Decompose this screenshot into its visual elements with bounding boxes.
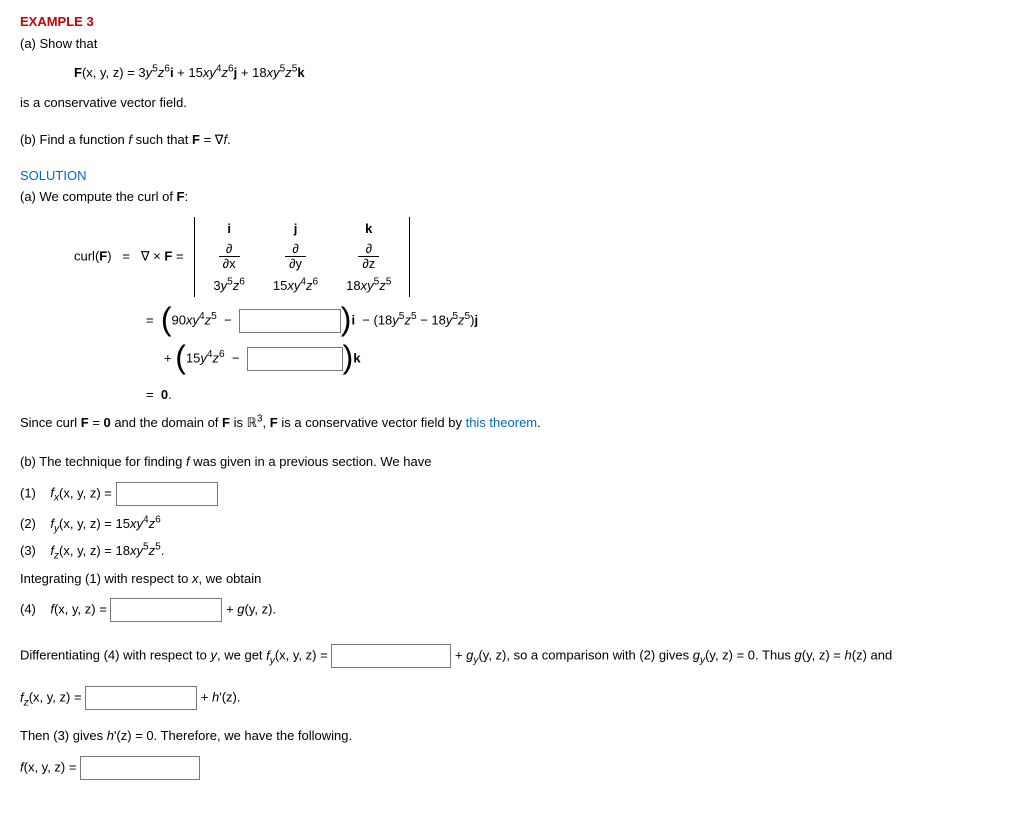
blank-input-f4[interactable] [110, 598, 222, 622]
blank-input-i[interactable] [239, 309, 341, 333]
solution-heading: SOLUTION [20, 166, 1004, 186]
part-b-prompt-a: (b) Find a function [20, 132, 128, 147]
part-b-prompt-c: = [200, 132, 215, 147]
nabla-cross: × [150, 248, 165, 263]
eq2-label: (2) [20, 516, 36, 531]
then-line: Then (3) gives h'(z) = 0. Therefore, we … [20, 726, 1004, 746]
det-j: j [294, 221, 298, 236]
det-r3c3: 18xy5z5 [332, 274, 405, 298]
coef-15k: 15 [186, 351, 200, 366]
blank-input-fy[interactable] [331, 644, 451, 668]
fz-coef: 18 [116, 543, 130, 558]
coef-90: 90 [171, 313, 185, 328]
fz-line: fz(x, y, z) = + h'(z). [20, 686, 1004, 710]
eq1-label: (1) [20, 485, 36, 500]
curl-line-k: + (15y4z6 − )k [164, 347, 1004, 371]
eq-3: (3) fz(x, y, z) = 18xy5z5. [20, 541, 1004, 561]
determinant: i j k ∂∂x ∂∂y ∂∂z 3y5z6 15xy4z6 18xy5z5 [194, 217, 410, 298]
curl-label: curl(F) [74, 248, 112, 263]
curl-determinant-row: curl(F) = ∇ × F = i j k ∂∂x ∂∂y ∂∂z 3y5z… [74, 217, 1004, 298]
eq3-label: (3) [20, 543, 36, 558]
eq4-label: (4) [20, 602, 36, 617]
solution-a-intro: (a) We compute the curl of F: [20, 187, 1004, 207]
eq-2: (2) fy(x, y, z) = 15xy4z6 [20, 514, 1004, 534]
vector-field-equation: F(x, y, z) = 3y5z6i + 15xy4z6j + 18xy5z5… [74, 63, 1004, 83]
diff-line: Differentiating (4) with respect to y, w… [20, 644, 1004, 668]
curl-zero: = 0. [146, 385, 1004, 405]
blank-input-fz2[interactable] [85, 686, 197, 710]
integrate-line: Integrating (1) with respect to x, we ob… [20, 569, 1004, 589]
example-heading: EXAMPLE 3 [20, 12, 1004, 32]
zero-vector: 0 [161, 387, 168, 402]
term2-coef: 15 [188, 65, 202, 80]
fy-coef: 15 [116, 516, 130, 531]
curl-line-i: = (90xy4z5 − )i − (18y5z5 − 18y5z5)j [146, 309, 1004, 333]
det-i: i [227, 221, 231, 236]
blank-input-final[interactable] [80, 756, 200, 780]
part-b-prompt-b: such that [132, 132, 192, 147]
eq-4: (4) f(x, y, z) = + g(y, z). [20, 598, 1004, 622]
term3-coef: 18 [252, 65, 266, 80]
det-r3c1: 3y5z6 [199, 274, 259, 298]
blank-input-fx[interactable] [116, 482, 218, 506]
vector-F-args: (x, y, z) = [82, 65, 138, 80]
vector-F: F [74, 65, 82, 80]
since-line: Since curl F = 0 and the domain of F is … [20, 413, 1004, 433]
sol-a-line-text: (a) We compute the curl of [20, 189, 177, 204]
det-ddz: ∂∂z [332, 240, 405, 274]
det-k: k [365, 221, 372, 236]
part-a-prompt: (a) Show that [20, 34, 1004, 54]
final-line: f(x, y, z) = [20, 756, 1004, 780]
term1-coef: 3 [138, 65, 145, 80]
det-ddy: ∂∂y [259, 240, 332, 274]
coef-18b: 18 [431, 313, 445, 328]
eq-1: (1) fx(x, y, z) = [20, 482, 1004, 506]
part-b-prompt: (b) Find a function f such that F = ∇f. [20, 130, 1004, 150]
theorem-link[interactable]: this theorem [466, 415, 538, 430]
blank-input-k[interactable] [247, 347, 343, 371]
conservative-line: is a conservative vector field. [20, 93, 1004, 113]
eq-sym-1: = [122, 248, 130, 263]
coef-18a: 18 [378, 313, 392, 328]
eq-sym-zero: = [146, 387, 157, 402]
det-ddx: ∂∂x [199, 240, 259, 274]
part-b-intro: (b) The technique for finding f was give… [20, 452, 1004, 472]
det-r3c2: 15xy4z6 [259, 274, 332, 298]
